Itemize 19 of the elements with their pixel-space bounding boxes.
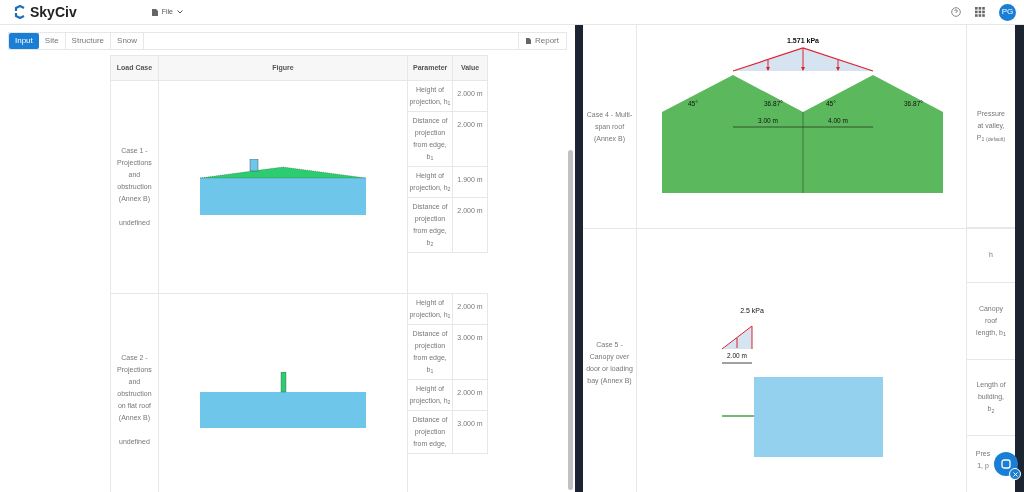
logo-icon xyxy=(14,5,26,19)
canopy-line xyxy=(721,415,755,417)
tab[interactable]: Site xyxy=(38,33,66,49)
close-icon xyxy=(1012,471,1018,477)
document-icon xyxy=(151,8,158,16)
avatar[interactable]: PG xyxy=(999,3,1016,21)
report-button[interactable]: Report xyxy=(518,33,566,49)
document-icon xyxy=(526,38,531,44)
logo-text: SkyCiv xyxy=(30,2,77,22)
scrollbar[interactable] xyxy=(568,150,573,490)
tab[interactable]: Structure xyxy=(65,33,112,49)
dimension-line xyxy=(721,362,753,364)
tab[interactable]: Snow xyxy=(111,33,145,49)
chat-icon xyxy=(1001,459,1011,469)
chevron-icon xyxy=(177,10,183,14)
tab[interactable]: Input xyxy=(9,33,39,49)
help-icon[interactable] xyxy=(951,7,961,17)
apps-grid-icon[interactable] xyxy=(975,7,985,17)
load-diagram xyxy=(721,325,753,350)
